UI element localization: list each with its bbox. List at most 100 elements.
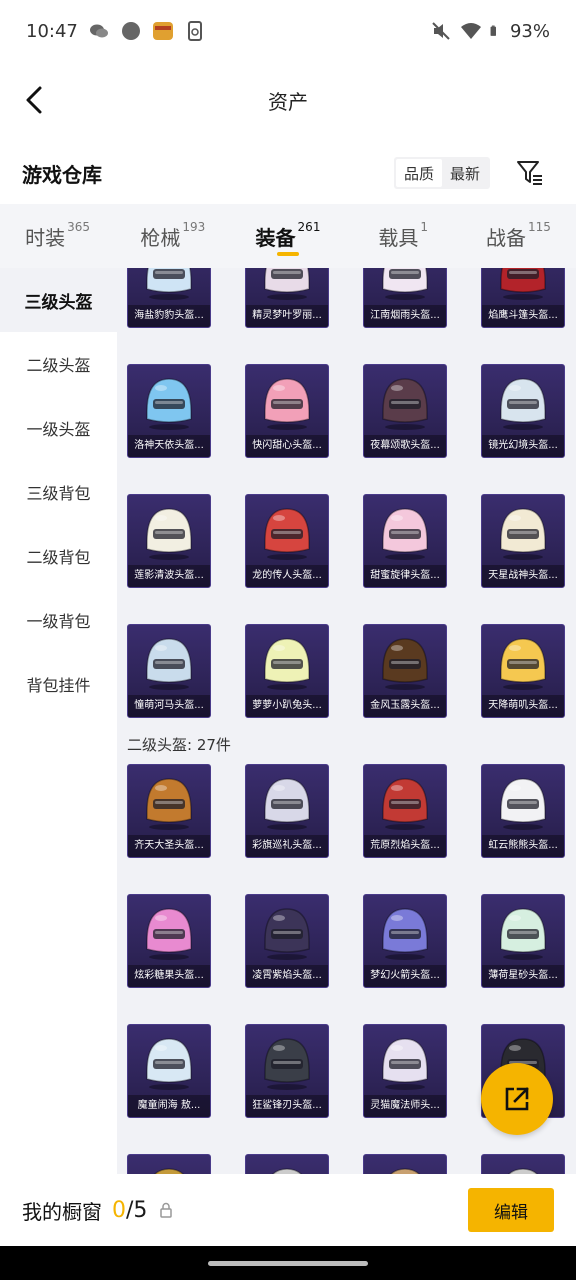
helmet-image: [493, 1163, 553, 1174]
helmet-image: [375, 903, 435, 965]
sidebar-item-level1-helmet[interactable]: 一级头盔: [0, 396, 117, 460]
helmet-item-name: 憧萌河马头盔...: [128, 695, 210, 717]
helmet-image: [493, 268, 553, 305]
item-list[interactable]: 海盐豹豹头盔... 精灵梦叶罗丽... 江南烟雨头盔... 焰鹰斗篷头盔... 洛神天依…: [117, 268, 576, 1174]
page-header: 资产: [0, 62, 576, 138]
mute-icon: [432, 22, 450, 40]
helmet-item-card[interactable]: [245, 1154, 329, 1174]
helmet-item-card[interactable]: 憧萌河马头盔...: [127, 624, 211, 718]
tab-label: 装备: [255, 226, 296, 250]
helmet-image: [493, 773, 553, 835]
sidebar-item-level1-backpack[interactable]: 一级背包: [0, 588, 117, 652]
helmet-image: [257, 1033, 317, 1095]
helmet-item-card[interactable]: 灵猫魔法师头...: [363, 1024, 447, 1118]
helmet-item-card[interactable]: 金风玉露头盔...: [363, 624, 447, 718]
helmet-item-card[interactable]: 夜幕颂歌头盔...: [363, 364, 447, 458]
helmet-item-name: 莲影清波头盔...: [128, 565, 210, 587]
helmet-image: [257, 268, 317, 305]
sidebar-item-level2-backpack[interactable]: 二级背包: [0, 524, 117, 588]
helmet-item-card[interactable]: 天星战神头盔...: [481, 494, 565, 588]
helmet-item-card[interactable]: 彩旗巡礼头盔...: [245, 764, 329, 858]
helmet-item-card[interactable]: 天降萌叽头盔...: [481, 624, 565, 718]
tab-fashion[interactable]: 时装 365: [0, 204, 115, 268]
showcase-count: 0/5: [112, 1198, 147, 1223]
helmet-image: [375, 503, 435, 565]
helmet-item-card[interactable]: 魔童闹海 敖...: [127, 1024, 211, 1118]
sidebar-item-level3-helmet[interactable]: 三级头盔: [0, 268, 117, 332]
helmet-item-card[interactable]: [127, 1154, 211, 1174]
helmet-item-card[interactable]: 炫彩糖果头盔...: [127, 894, 211, 988]
helmet-image: [139, 903, 199, 965]
helmet-item-card[interactable]: 梦幻火箭头盔...: [363, 894, 447, 988]
helmet-item-card[interactable]: 凌霄紫焰头盔...: [245, 894, 329, 988]
battery-level: 93%: [509, 20, 550, 42]
tab-equipment[interactable]: 装备 261: [230, 204, 345, 268]
sidebar-item-level2-helmet[interactable]: 二级头盔: [0, 332, 117, 396]
helmet-image: [257, 903, 317, 965]
helmet-item-card[interactable]: [481, 1154, 565, 1174]
warehouse-title: 游戏仓库: [22, 162, 102, 187]
helmet-item-card[interactable]: 薄荷星砂头盔...: [481, 894, 565, 988]
helmet-image: [493, 503, 553, 565]
tab-supplies[interactable]: 战备 115: [461, 204, 576, 268]
tab-label: 时装: [25, 226, 66, 250]
share-button[interactable]: [481, 1063, 553, 1135]
home-gesture-pill[interactable]: [208, 1261, 368, 1266]
helmet-item-card[interactable]: 虹云熊熊头盔...: [481, 764, 565, 858]
helmet-item-card[interactable]: 龙的传人头盔...: [245, 494, 329, 588]
helmet-item-card[interactable]: [363, 1154, 447, 1174]
tab-vehicles[interactable]: 载具 1: [346, 204, 461, 268]
helmet-item-card[interactable]: 江南烟雨头盔...: [363, 268, 447, 328]
helmet-item-name: 精灵梦叶罗丽...: [246, 305, 328, 327]
helmet-item-card[interactable]: 齐天大圣头盔...: [127, 764, 211, 858]
edit-button[interactable]: 编辑: [468, 1188, 554, 1232]
tab-count: 261: [297, 220, 321, 234]
helmet-image: [257, 503, 317, 565]
helmet-image: [493, 373, 553, 435]
back-button[interactable]: [14, 80, 54, 120]
helmet-image: [375, 268, 435, 305]
sort-newest-option[interactable]: 最新: [442, 159, 488, 187]
tab-label: 枪械: [140, 226, 181, 250]
helmet-item-card[interactable]: 荒原烈焰头盔...: [363, 764, 447, 858]
helmet-image: [139, 373, 199, 435]
phone-sync-icon: [187, 21, 202, 41]
wechat-icon: [89, 24, 108, 38]
tab-count: 365: [67, 220, 91, 234]
tab-count: 115: [527, 220, 551, 234]
helmet-image: [493, 633, 553, 695]
helmet-item-card[interactable]: 镜光幻境头盔...: [481, 364, 565, 458]
helmet-item-card[interactable]: 狂鲨锋刃头盔...: [245, 1024, 329, 1118]
helmet-image: [493, 903, 553, 965]
helmet-item-card[interactable]: 海盐豹豹头盔...: [127, 268, 211, 328]
wifi-icon: [460, 23, 481, 39]
helmet-item-name: 萝萝小趴兔头...: [246, 695, 328, 717]
helmet-item-name: 虹云熊熊头盔...: [482, 835, 564, 857]
helmet-image: [139, 503, 199, 565]
status-bar: 10:47 93%: [0, 0, 576, 62]
helmet-image: [139, 268, 199, 305]
helmet-item-name: 海盐豹豹头盔...: [128, 305, 210, 327]
helmet-item-card[interactable]: 萝萝小趴兔头...: [245, 624, 329, 718]
helmet-image: [375, 633, 435, 695]
dot-icon: [121, 22, 140, 40]
tab-count: 1: [420, 220, 429, 234]
sidebar-item-level3-backpack[interactable]: 三级背包: [0, 460, 117, 524]
helmet-item-card[interactable]: 快闪甜心头盔...: [245, 364, 329, 458]
lock-icon: [160, 1202, 173, 1218]
filter-button[interactable]: [514, 157, 546, 189]
sidebar-item-backpack-charm[interactable]: 背包挂件: [0, 652, 117, 716]
helmet-item-name: 夜幕颂歌头盔...: [364, 435, 446, 457]
helmet-item-name: 薄荷星砂头盔...: [482, 965, 564, 987]
tab-active-indicator: [277, 252, 299, 256]
helmet-item-name: 齐天大圣头盔...: [128, 835, 210, 857]
helmet-image: [375, 773, 435, 835]
helmet-item-card[interactable]: 甜蜜旋律头盔...: [363, 494, 447, 588]
helmet-item-card[interactable]: 莲影清波头盔...: [127, 494, 211, 588]
helmet-item-card[interactable]: 精灵梦叶罗丽...: [245, 268, 329, 328]
helmet-image: [375, 373, 435, 435]
helmet-item-card[interactable]: 洛神天依头盔...: [127, 364, 211, 458]
sort-quality-option[interactable]: 品质: [395, 159, 442, 187]
tab-weapons[interactable]: 枪械 193: [115, 204, 230, 268]
helmet-item-card[interactable]: 焰鹰斗篷头盔...: [481, 268, 565, 328]
